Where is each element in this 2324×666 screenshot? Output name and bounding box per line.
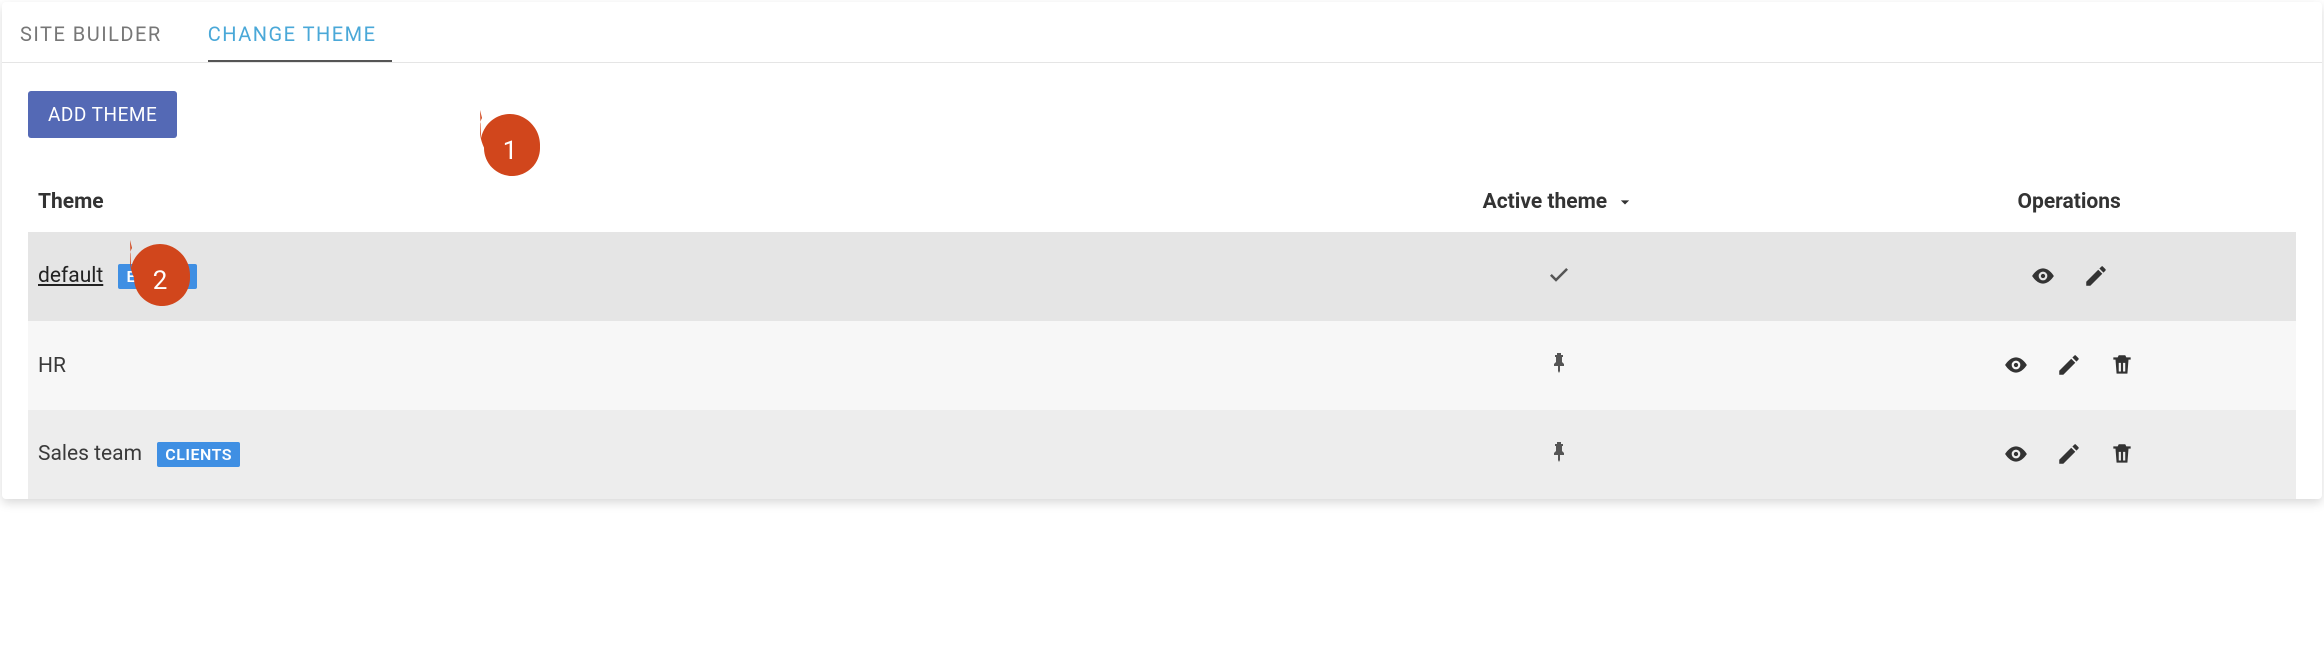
tabs: SITE BUILDER CHANGE THEME [2,2,2322,63]
delete-icon[interactable] [2104,436,2140,472]
content-area: ADD THEME Theme Active theme Operations [2,63,2322,499]
column-operations-header: Operations [2018,190,2121,214]
table-row: HR [28,321,2296,410]
edit-icon[interactable] [2051,436,2087,472]
theme-panel: SITE BUILDER CHANGE THEME ADD THEME Them… [2,2,2322,499]
tab-change-theme[interactable]: CHANGE THEME [208,2,393,62]
theme-name-link[interactable]: default [38,264,103,288]
table-row: default EFRONT [28,232,2296,321]
column-active-label: Active theme [1483,190,1608,214]
add-theme-button[interactable]: ADD THEME [28,91,177,138]
column-theme-header[interactable]: Theme [38,190,104,214]
edit-icon[interactable] [2051,347,2087,383]
tab-site-builder[interactable]: SITE BUILDER [20,2,178,62]
theme-badge: CLIENTS [157,442,240,467]
edit-icon[interactable] [2078,258,2114,294]
view-icon[interactable] [1998,436,2034,472]
theme-name[interactable]: HR [38,354,66,378]
delete-icon[interactable] [2104,347,2140,383]
view-icon[interactable] [1998,347,2034,383]
pin-icon[interactable] [1547,357,1571,381]
view-icon[interactable] [2025,258,2061,294]
table-row: Sales team CLIENTS [28,410,2296,499]
themes-table: Theme Active theme Operations default EF… [28,172,2296,499]
theme-badge: EFRONT [118,264,197,289]
chevron-down-icon [1615,192,1635,212]
pin-icon[interactable] [1547,446,1571,470]
theme-name[interactable]: Sales team [38,442,142,466]
check-icon [1547,268,1571,292]
column-active-header[interactable]: Active theme [1483,190,1636,214]
